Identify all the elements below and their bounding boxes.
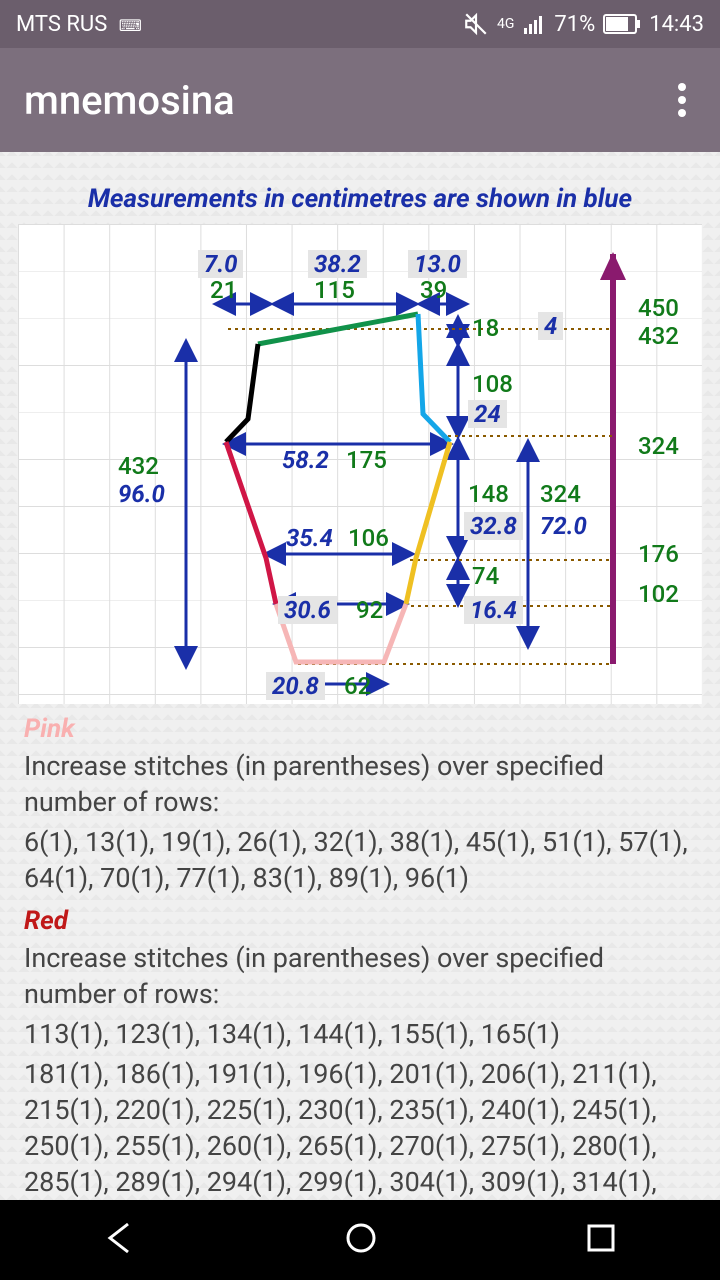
status-bar: MTS RUS ⌨ 4G 71% 14:43 bbox=[0, 0, 720, 48]
lbl-r2: 108 bbox=[472, 370, 513, 398]
pattern-diagram: 7.0 38.2 13.0 21 115 39 432 96.0 58.2 17… bbox=[18, 224, 702, 704]
lbl-top-cm-2: 38.2 bbox=[308, 250, 367, 278]
lbl-ro-2: 432 bbox=[638, 322, 679, 350]
overflow-menu-button[interactable] bbox=[668, 79, 696, 121]
main-content: Measurements in centimetres are shown in… bbox=[0, 152, 720, 1236]
recents-button[interactable] bbox=[584, 1221, 618, 1259]
lbl-top-st-2: 115 bbox=[314, 276, 355, 304]
section-pink-body: 6(1), 13(1), 19(1), 26(1), 32(1), 38(1),… bbox=[24, 824, 696, 896]
lbl-r4-hl: 16.4 bbox=[464, 596, 523, 624]
lbl-ro-3: 324 bbox=[638, 432, 679, 460]
app-bar: mnemosina bbox=[0, 48, 720, 152]
lbl-left-cm: 96.0 bbox=[118, 480, 165, 508]
section-red-body1: 113(1), 123(1), 134(1), 144(1), 155(1), … bbox=[24, 1016, 696, 1052]
section-red-title: Red bbox=[24, 906, 696, 936]
lbl-r1-hl: 4 bbox=[538, 312, 563, 340]
network-icon: 4G bbox=[497, 16, 514, 32]
battery-icon bbox=[603, 14, 641, 34]
section-pink-title: Pink bbox=[24, 714, 696, 744]
lbl-h35-cm: 35.4 bbox=[286, 524, 333, 552]
lbl-r3-hl: 32.8 bbox=[464, 512, 523, 540]
lbl-ro-5: 102 bbox=[638, 580, 679, 608]
lbl-left-st: 432 bbox=[118, 452, 159, 480]
app-title: mnemosina bbox=[24, 77, 235, 124]
lbl-r5-cm: 72.0 bbox=[540, 512, 587, 540]
lbl-top-cm-1: 7.0 bbox=[198, 250, 243, 278]
section-red-intro: Increase stitches (in parentheses) over … bbox=[24, 940, 696, 1012]
instructions: Pink Increase stitches (in parentheses) … bbox=[18, 714, 702, 1236]
keyboard-icon: ⌨ bbox=[119, 16, 142, 35]
lbl-r3: 148 bbox=[468, 480, 509, 508]
clock-label: 14:43 bbox=[649, 12, 704, 37]
lbl-h30-cm: 30.6 bbox=[278, 596, 337, 624]
lbl-h35-st: 106 bbox=[348, 524, 389, 552]
lbl-r4: 74 bbox=[472, 562, 499, 590]
lbl-top-cm-3: 13.0 bbox=[408, 250, 467, 278]
lbl-r5-st: 324 bbox=[540, 480, 581, 508]
lbl-hb-st: 62 bbox=[344, 672, 371, 700]
back-button[interactable] bbox=[102, 1220, 138, 1260]
signal-icon bbox=[522, 12, 546, 36]
lbl-h30-st: 92 bbox=[356, 596, 383, 624]
lbl-r2-hl: 24 bbox=[468, 400, 507, 428]
lbl-top-st-3: 39 bbox=[420, 276, 447, 304]
system-nav-bar bbox=[0, 1200, 720, 1280]
lbl-top-st-1: 21 bbox=[210, 276, 237, 304]
lbl-h58-st: 175 bbox=[346, 446, 387, 474]
mute-icon bbox=[463, 11, 489, 37]
section-pink-intro: Increase stitches (in parentheses) over … bbox=[24, 748, 696, 820]
battery-pct: 71% bbox=[554, 12, 595, 37]
lbl-hb-cm: 20.8 bbox=[266, 672, 325, 700]
lbl-r1: 18 bbox=[472, 314, 499, 342]
measurements-heading: Measurements in centimetres are shown in… bbox=[18, 184, 702, 214]
lbl-ro-4: 176 bbox=[638, 540, 679, 568]
home-button[interactable] bbox=[343, 1220, 379, 1260]
lbl-h58-cm: 58.2 bbox=[282, 446, 329, 474]
lbl-ro-1: 450 bbox=[638, 294, 679, 322]
carrier-label: MTS RUS ⌨ bbox=[16, 12, 142, 37]
